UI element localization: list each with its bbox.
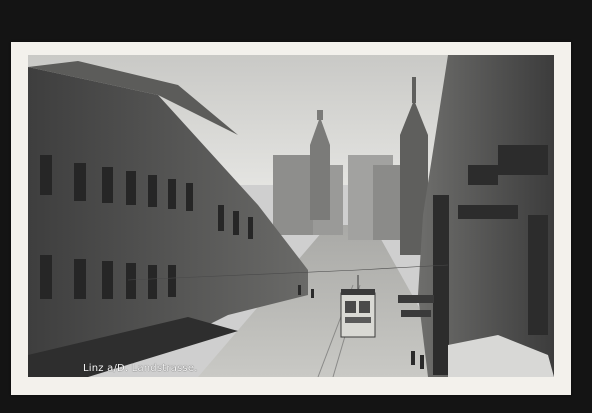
postcard: Linz a/D. Landstrasse. <box>11 42 571 395</box>
distant-buildings <box>273 155 403 240</box>
caption: Linz a/D. Landstrasse. <box>83 363 198 374</box>
street-photo: Linz a/D. Landstrasse. <box>28 55 554 377</box>
scan-background: Linz a/D. Landstrasse. <box>0 0 592 413</box>
